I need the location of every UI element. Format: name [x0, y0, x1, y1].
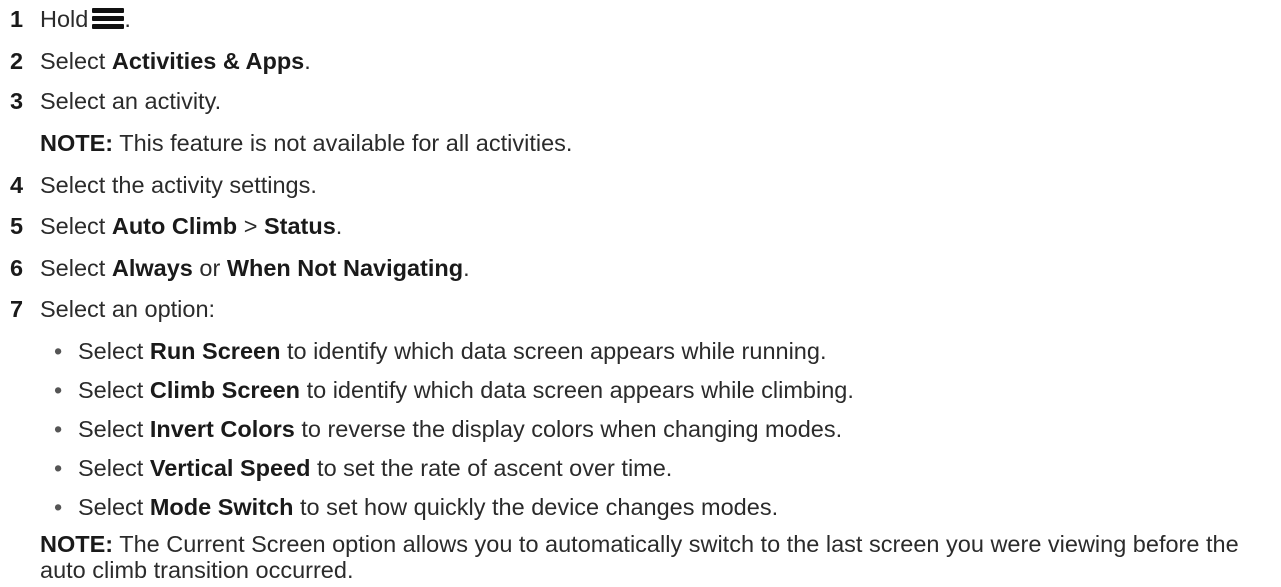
- step-text: Select an activity.: [40, 88, 222, 114]
- ui-term: Climb Screen: [149, 377, 301, 403]
- step-text: Select an option:: [40, 296, 216, 322]
- bullet: •: [54, 455, 63, 481]
- note-text: The Current Screen option allows you to …: [40, 531, 1239, 583]
- ui-term: Always: [111, 255, 193, 281]
- ui-term: Vertical Speed: [149, 455, 311, 481]
- bullet: •: [54, 377, 63, 403]
- step-number: 3: [10, 88, 24, 114]
- bullet: •: [54, 338, 63, 364]
- ui-term: Mode Switch: [149, 494, 294, 520]
- final-note: NOTE: The Current Screen option allows y…: [40, 531, 1275, 583]
- bullet: •: [54, 416, 63, 442]
- bullet: •: [54, 494, 63, 520]
- menu-icon: [92, 8, 125, 30]
- note-label: NOTE:: [40, 130, 114, 156]
- ui-term: Activities & Apps: [111, 48, 305, 74]
- step-number: 5: [10, 213, 24, 239]
- note-text: This feature is not available for all ac…: [113, 130, 573, 156]
- ui-term: When Not Navigating: [226, 255, 464, 281]
- step-number: 1: [10, 6, 24, 32]
- step-number: 2: [10, 48, 24, 74]
- ui-term: Status: [263, 213, 336, 239]
- ui-term: Invert Colors: [149, 416, 295, 442]
- step-number: 7: [10, 296, 24, 322]
- step-number: 4: [10, 172, 24, 198]
- step-text: Select the activity settings.: [40, 172, 317, 198]
- ui-term: Run Screen: [149, 338, 281, 364]
- step-number: 6: [10, 255, 24, 281]
- note-label: NOTE:: [40, 531, 114, 557]
- step-text: Hold: [40, 6, 89, 32]
- ui-term: Auto Climb: [111, 213, 238, 239]
